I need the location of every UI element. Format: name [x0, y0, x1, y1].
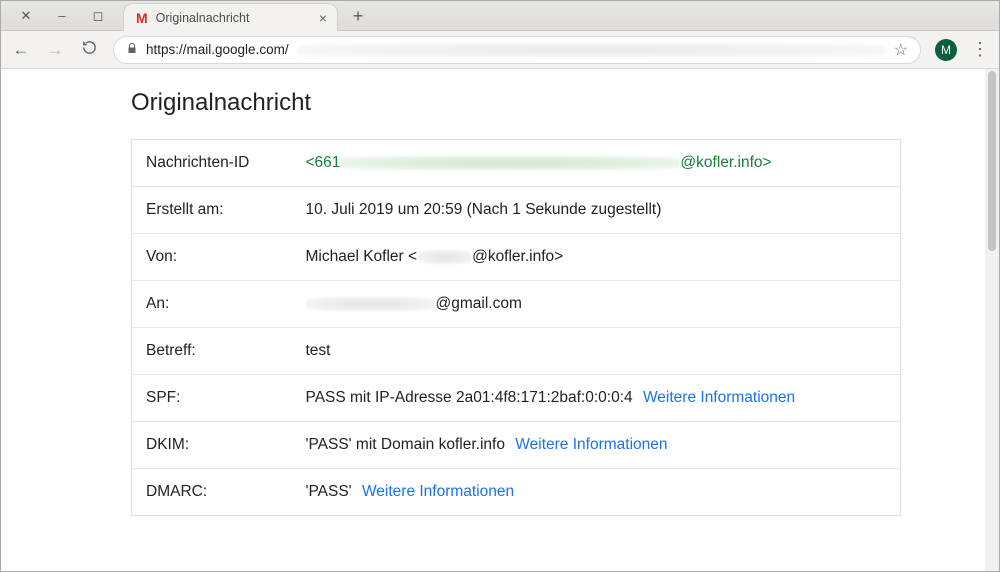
lock-icon — [126, 42, 138, 58]
label-spf: SPF: — [132, 375, 292, 422]
value-message-id: <661 @kofler.info> — [292, 140, 901, 187]
label-created: Erstellt am: — [132, 187, 292, 234]
from-suffix: @kofler.info> — [472, 248, 563, 265]
bookmark-star-icon[interactable]: ☆ — [894, 40, 908, 60]
browser-tab-active[interactable]: M Originalnachricht × — [123, 3, 338, 31]
from-prefix: Michael Kofler < — [306, 248, 418, 265]
message-headers-table: Nachrichten-ID <661 @kofler.info> Erstell… — [131, 139, 901, 516]
reload-button[interactable] — [79, 39, 99, 61]
label-from: Von: — [132, 234, 292, 281]
profile-avatar[interactable]: M — [935, 39, 957, 61]
label-dmarc: DMARC: — [132, 469, 292, 516]
page-viewport: Originalnachricht Nachrichten-ID <661 @ko… — [1, 69, 999, 571]
row-from: Von: Michael Kofler < @kofler.info> — [132, 234, 901, 281]
window-minimize-icon[interactable]: – — [55, 9, 69, 23]
back-button[interactable]: ← — [11, 40, 31, 60]
value-subject: test — [292, 328, 901, 375]
label-subject: Betreff: — [132, 328, 292, 375]
msg-id-prefix: <661 — [306, 154, 341, 171]
browser-toolbar: ← → https://mail.google.com/ ☆ M ⋮ — [1, 31, 999, 69]
window-titlebar: ✕ – ◻ M Originalnachricht × + — [1, 1, 999, 31]
label-to: An: — [132, 281, 292, 328]
dmarc-text: 'PASS' — [306, 483, 352, 500]
dkim-text: 'PASS' mit Domain kofler.info — [306, 436, 505, 453]
from-redacted — [417, 250, 472, 264]
window-maximize-icon[interactable]: ◻ — [91, 9, 105, 23]
window-close-icon[interactable]: ✕ — [19, 9, 33, 23]
tab-title: Originalnachricht — [156, 11, 311, 25]
value-to: @gmail.com — [292, 281, 901, 328]
vertical-scrollbar[interactable] — [985, 69, 999, 571]
scrollbar-thumb[interactable] — [988, 71, 996, 251]
link-spf-more-info[interactable]: Weitere Informationen — [643, 389, 795, 406]
to-suffix: @gmail.com — [436, 295, 522, 312]
reload-icon — [81, 39, 98, 56]
row-message-id: Nachrichten-ID <661 @kofler.info> — [132, 140, 901, 187]
page-title: Originalnachricht — [131, 89, 985, 117]
msg-id-suffix: @kofler.info> — [680, 154, 771, 171]
row-spf: SPF: PASS mit IP-Adresse 2a01:4f8:171:2b… — [132, 375, 901, 422]
tab-strip: M Originalnachricht × + — [117, 1, 999, 30]
new-tab-button[interactable]: + — [344, 2, 372, 30]
to-redacted — [306, 297, 436, 311]
value-created: 10. Juli 2019 um 20:59 (Nach 1 Sekunde z… — [292, 187, 901, 234]
page-content: Originalnachricht Nachrichten-ID <661 @ko… — [1, 69, 985, 571]
row-to: An: @gmail.com — [132, 281, 901, 328]
tab-close-icon[interactable]: × — [319, 10, 327, 26]
value-spf: PASS mit IP-Adresse 2a01:4f8:171:2baf:0:… — [292, 375, 901, 422]
row-dmarc: DMARC: 'PASS' Weitere Informationen — [132, 469, 901, 516]
row-subject: Betreff: test — [132, 328, 901, 375]
gmail-favicon-icon: M — [136, 10, 148, 26]
browser-menu-icon[interactable]: ⋮ — [971, 39, 989, 60]
value-dkim: 'PASS' mit Domain kofler.info Weitere In… — [292, 422, 901, 469]
row-dkim: DKIM: 'PASS' mit Domain kofler.info Weit… — [132, 422, 901, 469]
row-created: Erstellt am: 10. Juli 2019 um 20:59 (Nac… — [132, 187, 901, 234]
value-from: Michael Kofler < @kofler.info> — [292, 234, 901, 281]
url-text: https://mail.google.com/ — [146, 42, 289, 57]
window-controls: ✕ – ◻ — [1, 1, 117, 30]
label-dkim: DKIM: — [132, 422, 292, 469]
spf-text: PASS mit IP-Adresse 2a01:4f8:171:2baf:0:… — [306, 389, 633, 406]
label-message-id: Nachrichten-ID — [132, 140, 292, 187]
address-bar[interactable]: https://mail.google.com/ ☆ — [113, 36, 921, 64]
link-dmarc-more-info[interactable]: Weitere Informationen — [362, 483, 514, 500]
forward-button[interactable]: → — [45, 40, 65, 60]
avatar-initial: M — [941, 43, 951, 57]
msg-id-redacted — [340, 156, 680, 170]
url-redacted — [297, 43, 886, 57]
value-dmarc: 'PASS' Weitere Informationen — [292, 469, 901, 516]
link-dkim-more-info[interactable]: Weitere Informationen — [515, 436, 667, 453]
